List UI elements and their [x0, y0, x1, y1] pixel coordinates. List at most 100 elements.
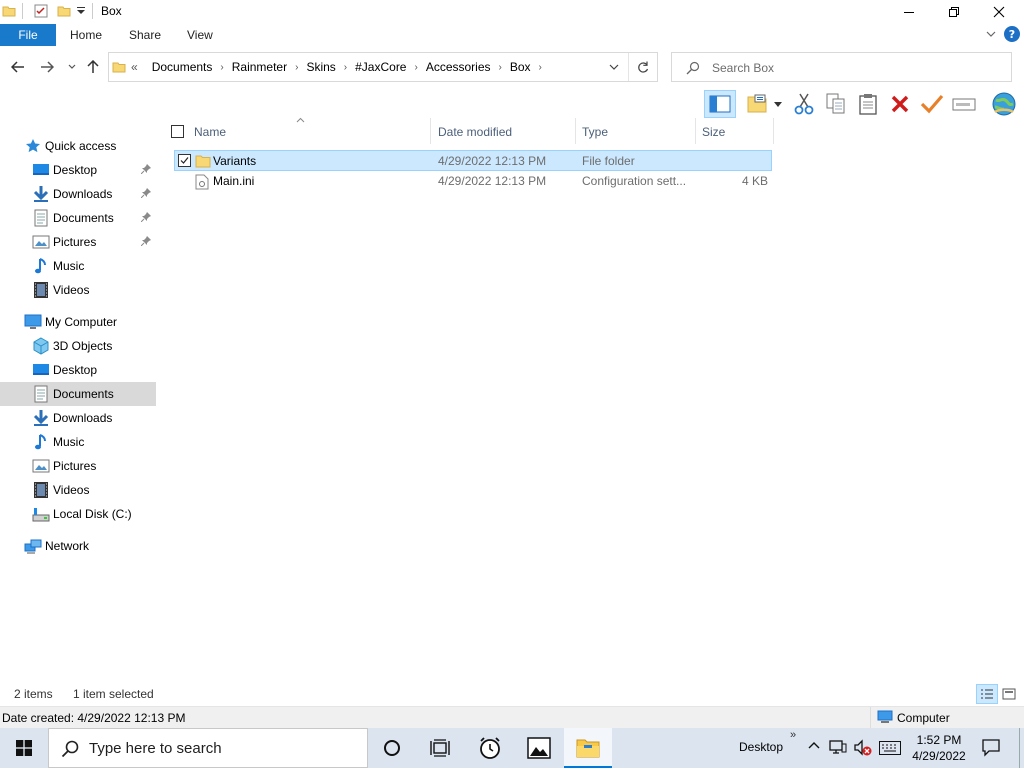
restore-button[interactable] — [931, 0, 977, 24]
folder-icon — [195, 153, 211, 169]
forward-button[interactable] — [37, 58, 57, 76]
column-header-date[interactable]: Date modified — [432, 118, 576, 144]
chevron-right-icon[interactable]: › — [539, 62, 542, 73]
show-hidden-icons-chevron-icon[interactable] — [808, 741, 820, 749]
nav-network[interactable]: Network — [0, 534, 156, 558]
nav-quick-pictures[interactable]: Pictures — [0, 230, 156, 254]
nav-3d-objects[interactable]: 3D Objects — [0, 334, 156, 358]
globe-icon[interactable] — [990, 90, 1018, 118]
nav-my-computer[interactable]: My Computer — [0, 310, 156, 334]
breadcrumb-skins[interactable]: Skins — [298, 60, 343, 74]
file-explorer-app-icon[interactable] — [564, 728, 612, 768]
delete-icon[interactable] — [886, 90, 914, 118]
file-type: File folder — [582, 154, 635, 168]
tab-view[interactable]: View — [187, 28, 213, 42]
volume-muted-icon[interactable] — [853, 739, 873, 757]
rename-icon[interactable] — [950, 90, 978, 118]
nav-quick-music[interactable]: Music — [0, 254, 156, 278]
taskbar-clock[interactable]: 1:52 PM 4/29/2022 — [906, 732, 972, 764]
breadcrumb-accessories[interactable]: Accessories — [418, 60, 499, 74]
nav-label: Documents — [53, 211, 114, 225]
nav-quick-downloads[interactable]: Downloads — [0, 182, 156, 206]
up-button[interactable] — [83, 58, 103, 76]
breadcrumb-documents[interactable]: Documents — [144, 60, 221, 74]
column-header-type[interactable]: Type — [576, 118, 696, 144]
pin-icon[interactable] — [141, 164, 151, 174]
view-layout-button[interactable] — [744, 90, 772, 118]
nav-pictures[interactable]: Pictures — [0, 454, 156, 478]
nav-quick-documents[interactable]: Documents — [0, 206, 156, 230]
cut-icon[interactable] — [790, 90, 818, 118]
refresh-icon[interactable] — [637, 61, 649, 74]
nav-label: Videos — [53, 283, 90, 297]
desktop-toolbar-label[interactable]: Desktop — [739, 740, 783, 754]
notification-icon[interactable] — [982, 739, 1000, 757]
toolbar-overflow-icon[interactable]: » — [790, 729, 796, 741]
cortana-button[interactable] — [368, 728, 416, 768]
pin-icon[interactable] — [141, 188, 151, 198]
address-bar[interactable]: « Documents › Rainmeter › Skins › #JaxCo… — [108, 52, 658, 82]
nav-quick-desktop[interactable]: Desktop — [0, 158, 156, 182]
config-file-icon — [195, 174, 209, 190]
alarm-clock-app-icon[interactable] — [466, 728, 514, 768]
back-button[interactable] — [8, 58, 28, 76]
search-input[interactable]: Search Box — [712, 61, 774, 75]
view-layout-dropdown-icon[interactable] — [770, 90, 786, 118]
show-desktop-button[interactable] — [1019, 728, 1024, 768]
properties-icon[interactable] — [34, 4, 48, 18]
nav-downloads[interactable]: Downloads — [0, 406, 156, 430]
breadcrumb-jaxcore[interactable]: #JaxCore — [347, 60, 414, 74]
paste-icon[interactable] — [854, 90, 882, 118]
music-note-icon — [32, 433, 50, 451]
nav-desktop[interactable]: Desktop — [0, 358, 156, 382]
breadcrumb-rainmeter[interactable]: Rainmeter — [224, 60, 295, 74]
nav-videos[interactable]: Videos — [0, 478, 156, 502]
address-dropdown-icon[interactable] — [609, 64, 619, 71]
row-checkbox[interactable] — [178, 154, 191, 167]
preview-pane-button[interactable] — [704, 90, 736, 118]
select-all-checkbox[interactable] — [171, 125, 184, 138]
picture-icon — [32, 233, 50, 251]
column-header-name[interactable]: Name — [186, 118, 431, 144]
expand-ribbon-icon[interactable] — [986, 30, 996, 38]
minimize-button[interactable] — [886, 0, 932, 24]
file-row-variants[interactable]: Variants 4/29/2022 12:13 PM File folder — [174, 150, 772, 171]
photos-app-icon[interactable] — [515, 728, 563, 768]
file-size: 4 KB — [741, 174, 768, 188]
nav-label: Music — [53, 435, 85, 449]
checkmark-icon[interactable] — [918, 90, 946, 118]
nav-quick-access[interactable]: Quick access — [0, 134, 156, 158]
breadcrumb-overflow[interactable]: « — [131, 60, 144, 74]
network-status-icon[interactable] — [829, 739, 847, 755]
close-button[interactable] — [976, 0, 1022, 24]
column-header-size[interactable]: Size — [696, 118, 774, 144]
taskbar-search-input[interactable]: Type here to search — [89, 740, 222, 757]
pin-icon[interactable] — [141, 212, 151, 222]
nav-quick-videos[interactable]: Videos — [0, 278, 156, 302]
taskbar-search-box[interactable]: Type here to search — [48, 728, 368, 768]
keyboard-icon[interactable] — [879, 741, 901, 755]
nav-label: Desktop — [53, 363, 98, 377]
nav-local-disk[interactable]: Local Disk (C:) — [0, 502, 156, 526]
nav-documents[interactable]: Documents — [0, 382, 156, 406]
nav-music[interactable]: Music — [0, 430, 156, 454]
search-box[interactable]: Search Box — [671, 52, 1012, 82]
task-view-button[interactable] — [416, 728, 464, 768]
recent-locations-button[interactable] — [62, 58, 82, 76]
file-row-main-ini[interactable]: Main.ini 4/29/2022 12:13 PM Configuratio… — [174, 171, 772, 192]
help-icon[interactable]: ? — [1004, 26, 1020, 42]
computer-icon — [24, 313, 42, 331]
start-button[interactable] — [0, 728, 48, 768]
breadcrumb-box[interactable]: Box — [502, 60, 539, 74]
tab-home[interactable]: Home — [70, 28, 102, 42]
nav-label: 3D Objects — [53, 339, 113, 353]
copy-icon[interactable] — [822, 90, 850, 118]
customize-quick-access-icon[interactable] — [77, 7, 85, 15]
tab-file[interactable]: File — [0, 24, 56, 46]
pin-icon[interactable] — [141, 236, 151, 246]
new-folder-icon[interactable] — [57, 4, 71, 18]
large-icons-view-icon[interactable] — [1002, 688, 1016, 700]
nav-label: Local Disk (C:) — [53, 507, 132, 521]
tab-share[interactable]: Share — [129, 28, 161, 42]
details-view-icon[interactable] — [976, 684, 998, 704]
